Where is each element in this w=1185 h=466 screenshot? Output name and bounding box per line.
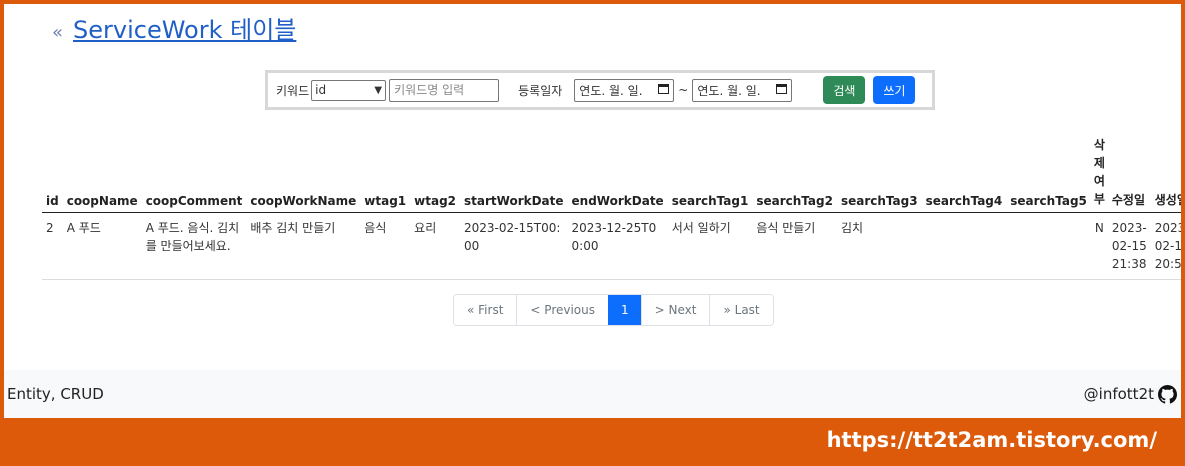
footer-left-text: Entity, CRUD [7, 385, 104, 403]
col-header: coopName [62, 136, 142, 213]
app-frame: « ServiceWork 테이블 키워드 id ▼ 키워드명 입력 등록일자 … [4, 4, 1181, 418]
cell-deleted: N [1090, 212, 1108, 280]
col-header: coopComment [141, 136, 247, 213]
cell-wtag2: 요리 [410, 212, 461, 280]
col-header: searchTag4 [921, 136, 1007, 213]
page-previous[interactable]: < Previous [516, 295, 609, 325]
cell-search-tag1: 서서 일하기 [667, 212, 753, 280]
cell-coop-name: A 푸드 [62, 212, 142, 280]
col-header: 수정일 [1107, 136, 1151, 213]
page-current[interactable]: 1 [608, 295, 641, 325]
footer-right-text: @infott2t [1083, 385, 1154, 403]
page-last[interactable]: » Last [709, 295, 773, 325]
col-header: id [42, 136, 63, 213]
col-header: searchTag1 [667, 136, 753, 213]
date-separator: ~ [678, 83, 689, 97]
cell-id: 2 [42, 212, 63, 280]
date-to-input[interactable]: 연도. 월. 일. [692, 78, 793, 102]
back-icon[interactable]: « [52, 22, 63, 43]
col-header: endWorkDate [567, 136, 668, 213]
cell-start-work-date: 2023-02-15T00:00 [460, 212, 568, 280]
calendar-icon[interactable] [776, 83, 788, 97]
table-header-row: id coopName coopComment coopWorkName wta… [42, 136, 1181, 213]
col-header: searchTag3 [836, 136, 922, 213]
col-header: wtag1 [360, 136, 411, 213]
search-form: 키워드 id ▼ 키워드명 입력 등록일자 연도. 월. 일. ~ 연도. 월.… [265, 70, 935, 110]
footer: Entity, CRUD @infott2t [4, 370, 1181, 418]
header: « ServiceWork 테이블 [52, 10, 296, 45]
cell-search-tag2: 음식 만들기 [752, 212, 837, 280]
col-header: 생성일 [1150, 136, 1181, 213]
github-icon [1158, 384, 1177, 404]
date-from-input[interactable]: 연도. 월. 일. [574, 78, 675, 102]
cell-search-tag5 [1006, 212, 1091, 280]
chevron-down-icon: ▼ [374, 84, 383, 96]
cell-coop-work-name: 배추 김치 만들기 [246, 212, 361, 280]
col-header-deleted: 삭제여부 [1090, 136, 1108, 213]
cell-search-tag3: 김치 [836, 212, 922, 280]
service-work-table: id coopName coopComment coopWorkName wta… [42, 136, 1181, 280]
cell-end-work-date: 2023-12-25T00:00 [567, 212, 668, 280]
col-header: searchTag2 [752, 136, 837, 213]
date-label: 등록일자 [518, 83, 563, 98]
page-title-link[interactable]: ServiceWork 테이블 [73, 10, 296, 45]
cell-search-tag4 [921, 212, 1007, 280]
footer-github-link[interactable]: @infott2t [1083, 384, 1177, 404]
search-button[interactable]: 검색 [823, 76, 866, 104]
col-header: wtag2 [410, 136, 461, 213]
cell-modified: 2023-02-15 21:38 [1107, 212, 1151, 280]
keyword-input[interactable]: 키워드명 입력 [389, 78, 500, 102]
watermark-url: https://tt2t2am.tistory.com/ [826, 428, 1157, 452]
cell-coop-comment: A 푸드. 음식. 김치를 만들어보세요. [141, 212, 247, 280]
cell-wtag1: 음식 [360, 212, 411, 280]
pagination: « First < Previous 1 > Next » Last [453, 294, 774, 326]
date-from-placeholder: 연도. 월. 일. [579, 83, 643, 98]
field-select[interactable]: id ▼ [311, 79, 387, 101]
col-header: searchTag5 [1006, 136, 1091, 213]
field-select-value: id [315, 83, 327, 97]
keyword-label: 키워드 [276, 83, 310, 98]
cell-created: 2023-02-14 20:54 [1150, 212, 1181, 280]
table-row: 2 A 푸드 A 푸드. 음식. 김치를 만들어보세요. 배추 김치 만들기 음… [42, 212, 1181, 280]
date-to-placeholder: 연도. 월. 일. [697, 83, 761, 98]
page-next[interactable]: > Next [640, 295, 710, 325]
calendar-icon[interactable] [658, 83, 670, 97]
write-button[interactable]: 쓰기 [873, 76, 916, 104]
col-header: coopWorkName [246, 136, 361, 213]
col-header: startWorkDate [460, 136, 568, 213]
page-first[interactable]: « First [454, 295, 517, 325]
